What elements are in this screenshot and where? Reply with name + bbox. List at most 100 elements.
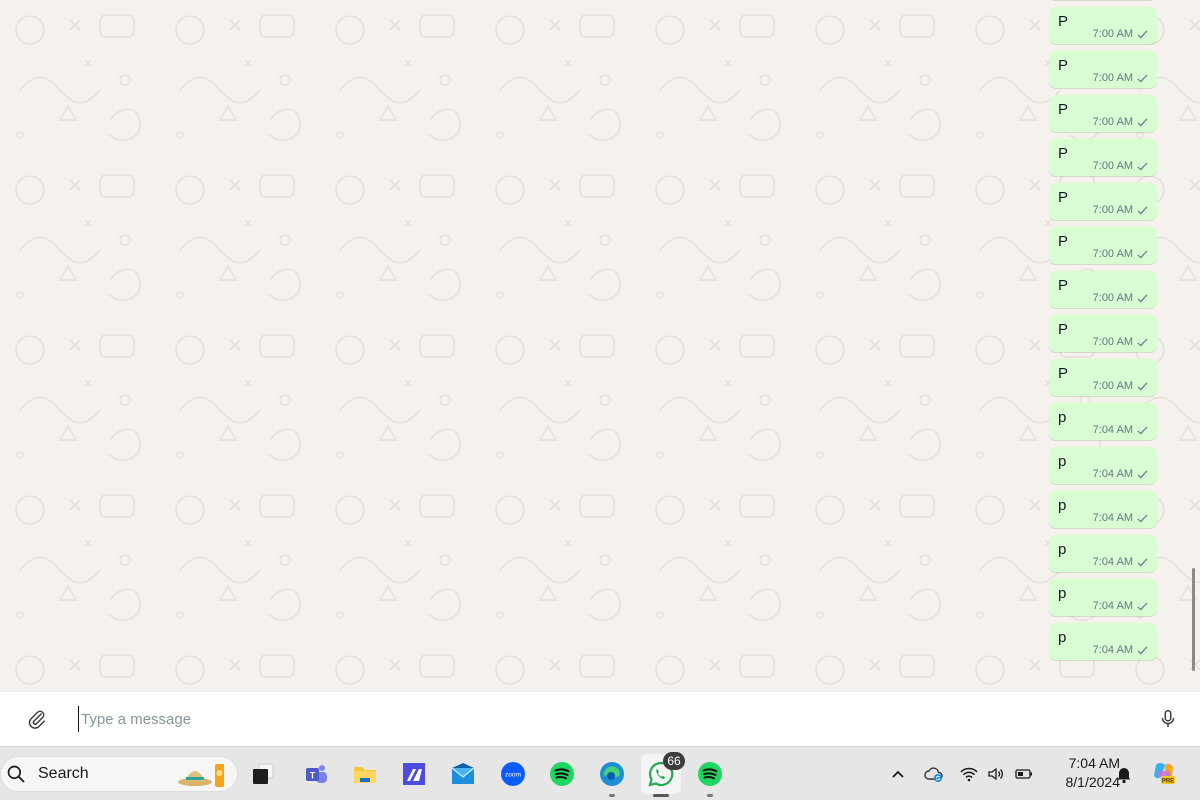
message-meta: 7:00 AM [1093,204,1148,216]
onedrive-sync[interactable] [922,762,946,786]
message-time: 7:00 AM [1092,72,1133,84]
edge-icon [600,762,624,786]
message-bubble[interactable]: p 7:04 AM [1049,447,1157,484]
message-text: P [1058,13,1069,30]
single-check-icon [1137,118,1148,126]
message-input[interactable] [78,706,1078,732]
message-meta: 7:00 AM [1093,292,1148,304]
chevron-up-icon [892,770,904,778]
message-bubble[interactable]: p 7:04 AM [1049,535,1157,572]
message-bubble[interactable]: p 7:04 AM [1049,491,1157,528]
message-text: p [1058,453,1067,470]
show-hidden-icons[interactable] [886,762,910,786]
message-meta: 7:00 AM [1093,380,1148,392]
message-meta: 7:04 AM [1093,600,1148,612]
single-check-icon [1137,30,1148,38]
taskbar-file-explorer[interactable] [345,754,385,794]
taskbar-task-view[interactable] [243,754,283,794]
search-icon [7,765,25,783]
taskbar-spotify-2[interactable] [690,754,730,797]
clock-date: 8/1/2024 [1065,774,1121,790]
copilot-button[interactable]: PRE [1150,759,1178,787]
attach-button[interactable] [26,708,48,730]
single-check-icon [1137,558,1148,566]
message-text: p [1058,541,1067,558]
message-time: 7:00 AM [1092,116,1133,128]
message-time: 7:04 AM [1092,644,1133,656]
notifications-button[interactable] [1112,762,1136,786]
message-text: P [1058,145,1069,162]
message-bubble[interactable]: P 7:00 AM [1049,271,1157,308]
spotify-icon [698,762,722,786]
folder-icon [354,767,376,783]
running-indicator [609,794,615,797]
single-check-icon [1137,426,1148,434]
message-text: P [1058,101,1069,118]
taskbar-whatsapp[interactable]: 66 [641,752,685,797]
system-clock[interactable]: 7:04 AM 8/1/2024 [1040,754,1121,792]
message-meta: 7:04 AM [1093,512,1148,524]
message-meta: 7:00 AM [1093,248,1148,260]
message-text: P [1058,277,1069,294]
message-bubble[interactable]: p 7:04 AM [1049,623,1157,660]
message-text: P [1058,57,1069,74]
message-bubble[interactable]: P 7:00 AM [1049,7,1157,44]
clock-time: 7:04 AM [1068,755,1120,771]
message-composer [0,691,1200,746]
message-bubble[interactable]: P 7:00 AM [1049,51,1157,88]
message-bubble[interactable]: P 7:00 AM [1049,359,1157,396]
message-time: 7:04 AM [1092,556,1133,568]
message-time: 7:04 AM [1092,512,1133,524]
taskbar-mail[interactable] [443,754,483,794]
single-check-icon [1137,74,1148,82]
notepad-icon [403,763,425,785]
chat-scrollbar[interactable] [1192,568,1195,671]
message-text: P [1058,189,1069,206]
single-check-icon [1137,294,1148,302]
single-check-icon [1137,206,1148,214]
summer-hat-sunscreen-icon [178,764,224,787]
microphone-button[interactable] [1157,708,1179,730]
speaker-icon [988,767,1003,781]
message-bubble[interactable]: P 7:00 AM [1049,183,1157,220]
zoom-icon: zoom [501,762,525,786]
taskbar-search[interactable]: Search [0,756,238,792]
taskbar-editor-app[interactable] [394,754,434,794]
message-time: 7:04 AM [1092,468,1133,480]
wifi-status[interactable] [957,762,981,786]
taskbar-spotify[interactable] [542,754,582,794]
message-meta: 7:04 AM [1093,468,1148,480]
wifi-icon [960,767,978,782]
search-label: Search [38,765,89,782]
volume-status[interactable] [984,762,1008,786]
spotify-icon [550,762,574,786]
message-time: 7:00 AM [1092,204,1133,216]
taskbar-zoom[interactable]: zoom [493,754,533,794]
message-bubble[interactable]: p 7:04 AM [1049,579,1157,616]
svg-text:T: T [310,771,316,781]
battery-status[interactable] [1012,762,1036,786]
running-indicator [653,794,669,797]
task-view-icon [253,763,274,784]
message-text: P [1058,233,1069,250]
message-meta: 7:00 AM [1093,28,1148,40]
single-check-icon [1137,162,1148,170]
message-time: 7:04 AM [1092,600,1133,612]
taskbar-teams[interactable]: T [296,754,336,794]
message-bubble[interactable]: P 7:00 AM [1049,227,1157,264]
message-text: p [1058,409,1067,426]
message-text: p [1058,629,1067,646]
message-meta: 7:00 AM [1093,160,1148,172]
message-bubble[interactable]: p 7:04 AM [1049,403,1157,440]
message-time: 7:00 AM [1092,336,1133,348]
message-text: p [1058,585,1067,602]
mail-icon [451,763,475,784]
message-bubble[interactable]: P 7:00 AM [1049,95,1157,132]
teams-icon: T [306,765,327,783]
message-bubble[interactable]: P 7:00 AM [1049,315,1157,352]
running-indicator [707,794,713,797]
message-time: 7:04 AM [1092,424,1133,436]
taskbar-edge[interactable] [592,754,632,797]
message-meta: 7:04 AM [1093,556,1148,568]
message-bubble[interactable]: P 7:00 AM [1049,139,1157,176]
